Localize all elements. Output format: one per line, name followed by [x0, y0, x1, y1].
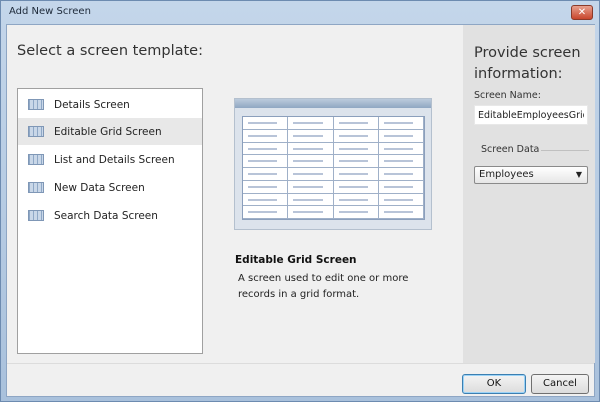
template-heading: Select a screen template:: [17, 43, 203, 59]
preview-grid-cell: [288, 117, 334, 130]
template-list: Details Screen Editable Grid Screen List…: [17, 88, 203, 354]
cancel-button[interactable]: Cancel: [531, 374, 589, 394]
search-data-screen-icon: [28, 210, 44, 221]
preview-grid-cell: [243, 142, 289, 156]
template-label: New Data Screen: [54, 181, 145, 194]
preview-grid-cell: [378, 117, 424, 130]
preview-grid-cell: [288, 193, 334, 207]
list-details-screen-icon: [28, 154, 44, 165]
window-title: Add New Screen: [9, 6, 91, 17]
template-item-list-details[interactable]: List and Details Screen: [18, 146, 202, 173]
add-new-screen-dialog: Add New Screen ✕ Select a screen templat…: [0, 0, 600, 402]
preview-grid-cell: [243, 180, 289, 194]
preview-grid-cell: [378, 155, 424, 168]
divider: [541, 150, 589, 151]
template-item-details[interactable]: Details Screen: [18, 91, 202, 118]
template-preview-image: [234, 98, 432, 230]
screen-name-label: Screen Name:: [474, 90, 541, 101]
preview-grid-cell: [333, 142, 379, 156]
preview-grid-cell: [378, 206, 424, 219]
preview-grid-cell: [243, 168, 289, 181]
template-label: Search Data Screen: [54, 209, 158, 222]
template-item-editable-grid[interactable]: Editable Grid Screen: [18, 118, 202, 145]
close-button[interactable]: ✕: [571, 5, 593, 20]
preview-grid-cell: [243, 206, 289, 219]
preview-grid-cell: [243, 129, 289, 143]
preview-grid-cell: [243, 117, 289, 130]
preview-grid-cell: [288, 155, 334, 168]
preview-grid-cell: [333, 206, 379, 219]
screen-data-label: Screen Data: [481, 144, 540, 155]
template-item-new-data[interactable]: New Data Screen: [18, 174, 202, 201]
dropdown-arrow-icon: ▼: [575, 170, 582, 179]
preview-grid-cell: [288, 142, 334, 156]
preview-grid-cell: [378, 142, 424, 156]
preview-grid-cell: [378, 129, 424, 143]
preview-grid-cell: [333, 180, 379, 194]
info-heading: Provide screen information:: [474, 45, 581, 82]
preview-grid-cell: [243, 155, 289, 168]
preview-title-bar: [235, 99, 431, 108]
screen-data-value: Employees: [479, 169, 534, 180]
screen-name-input[interactable]: [474, 105, 588, 125]
preview-grid-cell: [333, 168, 379, 181]
grid-screen-icon: [28, 126, 44, 137]
close-icon: ✕: [577, 7, 587, 18]
preview-grid-cell: [288, 180, 334, 194]
preview-grid-cell: [378, 193, 424, 207]
preview-grid-cell: [288, 168, 334, 181]
template-label: Editable Grid Screen: [54, 125, 162, 138]
preview-grid-cell: [333, 155, 379, 168]
template-label: List and Details Screen: [54, 153, 175, 166]
screen-info-panel: Provide screen information: Screen Name:…: [463, 25, 595, 363]
preview-title: Editable Grid Screen: [235, 254, 357, 266]
preview-grid-cell: [333, 193, 379, 207]
dialog-body: Select a screen template: Details Screen…: [6, 24, 595, 397]
preview-grid-cell: [243, 193, 289, 207]
details-screen-icon: [28, 99, 44, 110]
dialog-footer: OK Cancel: [7, 363, 594, 396]
preview-description: A screen used to edit one or more record…: [238, 273, 409, 300]
preview-grid: [242, 116, 425, 220]
ok-button[interactable]: OK: [462, 374, 526, 394]
new-data-screen-icon: [28, 182, 44, 193]
screen-data-select[interactable]: Employees ▼: [474, 166, 588, 184]
template-label: Details Screen: [54, 98, 130, 111]
preview-grid-cell: [333, 117, 379, 130]
preview-grid-cell: [378, 180, 424, 194]
preview-grid-cell: [378, 168, 424, 181]
preview-grid-cell: [333, 129, 379, 143]
preview-grid-cell: [288, 129, 334, 143]
template-item-search-data[interactable]: Search Data Screen: [18, 202, 202, 229]
preview-grid-cell: [288, 206, 334, 219]
